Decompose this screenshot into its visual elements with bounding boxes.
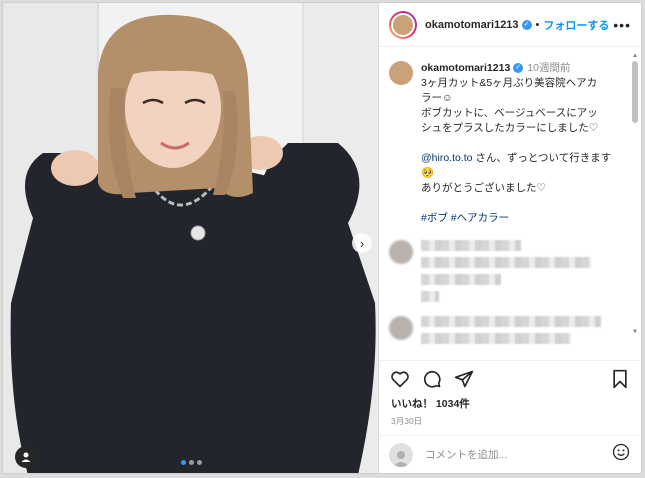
like-button[interactable] xyxy=(389,368,411,390)
carousel-dot xyxy=(181,460,186,465)
caption-username[interactable]: okamotomari1213 xyxy=(421,62,510,74)
comment-button[interactable] xyxy=(421,368,443,390)
carousel-dot xyxy=(197,460,202,465)
comment-icon xyxy=(423,370,441,388)
comments-list[interactable]: okamotomari1213 ✓ 10週間前 3ヶ月カット&5ヶ月ぶり美容院ヘアカ… xyxy=(379,47,641,360)
post-photo[interactable]: › xyxy=(3,3,379,473)
caption-line: ありがとうございました♡ xyxy=(421,182,546,194)
caption-line: 3ヶ月カット&5ヶ月ぶり美容院ヘアカ xyxy=(421,77,598,89)
mention-link[interactable]: @hiro.to.to xyxy=(421,152,473,164)
heart-icon xyxy=(391,370,409,387)
current-user-avatar xyxy=(389,442,413,467)
comments-scrollbar[interactable]: ▲ ▼ xyxy=(631,53,639,339)
comment-item xyxy=(389,316,623,344)
verified-icon: ✓ xyxy=(521,19,532,30)
next-slide-button[interactable]: › xyxy=(352,233,372,253)
caption-line: ラー☺︎ xyxy=(421,92,453,104)
photo-image xyxy=(3,3,378,473)
verified-icon: ✓ xyxy=(513,63,524,74)
like-count[interactable]: いいね！ 1034件 xyxy=(379,396,641,411)
carousel-dot xyxy=(189,460,194,465)
caption-line: さん、ずっとついて行きます xyxy=(472,152,612,164)
caption-text: okamotomari1213 ✓ 10週間前 3ヶ月カット&5ヶ月ぶり美容院ヘアカ… xyxy=(421,61,623,226)
save-button[interactable] xyxy=(609,368,631,390)
commenter-avatar[interactable] xyxy=(389,240,413,264)
chevron-right-icon: › xyxy=(359,235,365,251)
carousel-indicator xyxy=(181,460,202,465)
comment-item xyxy=(389,240,623,302)
hashtag-link[interactable]: #ヘアカラー xyxy=(451,212,509,224)
post-header: okamotomari1213 ✓ • フォローする ••• xyxy=(379,3,641,47)
caption-line: ボブカットに、ベージュベースにアッ xyxy=(421,107,598,119)
caption-avatar[interactable] xyxy=(389,61,413,85)
action-bar xyxy=(379,360,641,396)
emoji-button[interactable] xyxy=(611,442,631,467)
author-avatar[interactable] xyxy=(389,10,417,39)
share-icon xyxy=(454,370,474,387)
post-side-panel: okamotomari1213 ✓ • フォローする ••• okamotomar… xyxy=(379,3,641,473)
hashtag-link[interactable]: #ボブ xyxy=(421,212,448,224)
comment-composer xyxy=(379,435,641,473)
caption-line: シュをプラスしたカラーにしました♡ xyxy=(421,122,599,134)
caption: okamotomari1213 ✓ 10週間前 3ヶ月カット&5ヶ月ぶり美容院ヘアカ… xyxy=(389,61,623,226)
follow-button[interactable]: フォローする xyxy=(543,17,609,33)
share-button[interactable] xyxy=(453,368,475,390)
comment-input[interactable] xyxy=(425,448,595,461)
separator-dot: • xyxy=(535,18,540,31)
commenter-avatar[interactable] xyxy=(389,316,413,340)
emoji: 🥺 xyxy=(421,167,435,179)
more-options-button[interactable]: ••• xyxy=(613,17,631,33)
emoji-icon xyxy=(612,443,630,461)
caption-time: 10週間前 xyxy=(527,62,571,74)
post-date: 3月30日 xyxy=(391,416,423,426)
post-modal: › okamotomari1213 ✓ • フォローする ••• okamoto… xyxy=(2,2,642,474)
author-username[interactable]: okamotomari1213 ✓ xyxy=(425,19,532,31)
user-tag-button[interactable] xyxy=(15,446,37,468)
user-tag-icon xyxy=(21,452,31,462)
bookmark-icon xyxy=(613,369,627,388)
